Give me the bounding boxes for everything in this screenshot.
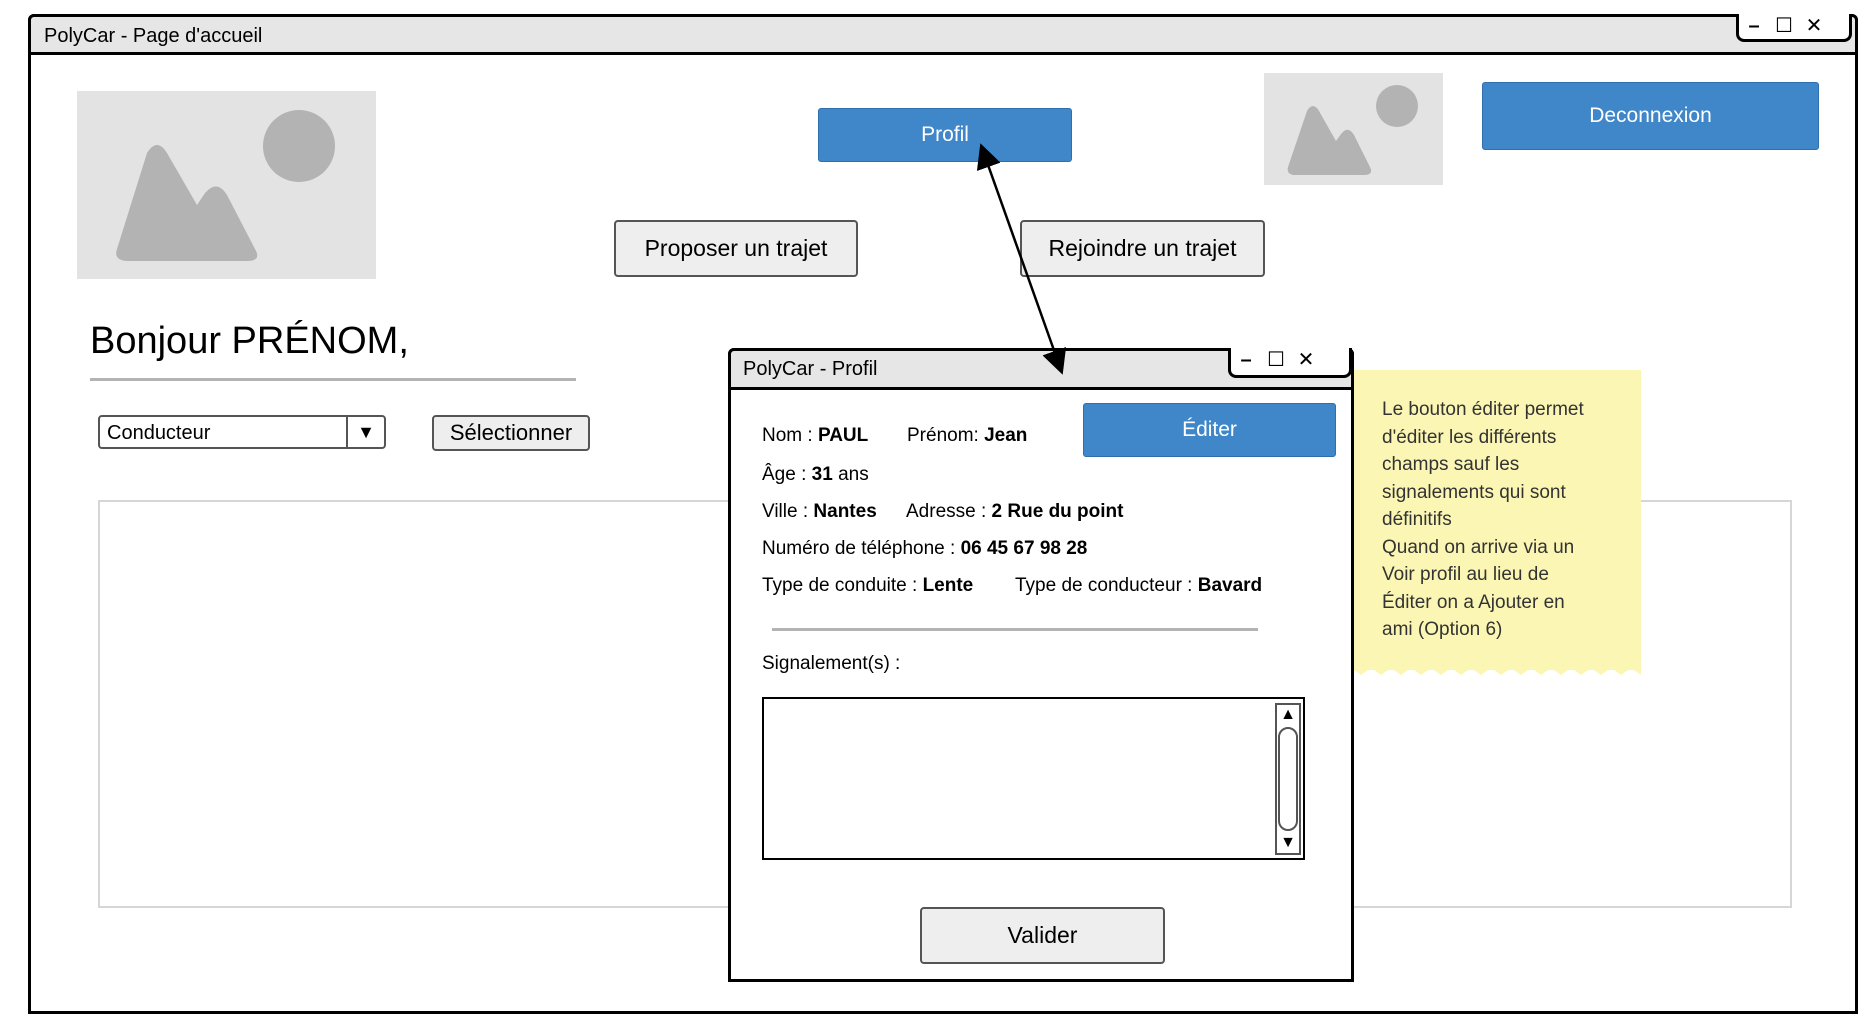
connector-arrow xyxy=(976,143,1067,375)
